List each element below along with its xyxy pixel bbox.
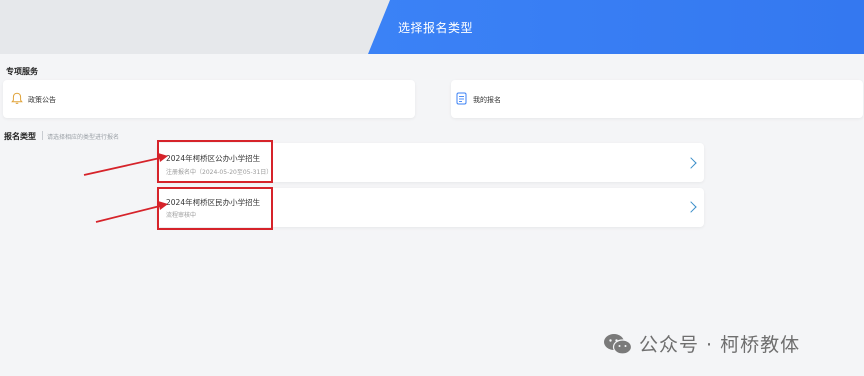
- annotation-arrows: [83, 153, 168, 223]
- annotation-arrow-private: [95, 201, 168, 223]
- watermark-text: 公众号 · 柯桥教体: [639, 334, 801, 356]
- watermark: 公众号 · 柯桥教体: [603, 330, 800, 357]
- annotation-arrow-public: [83, 153, 168, 176]
- wechat-icon: [604, 333, 633, 355]
